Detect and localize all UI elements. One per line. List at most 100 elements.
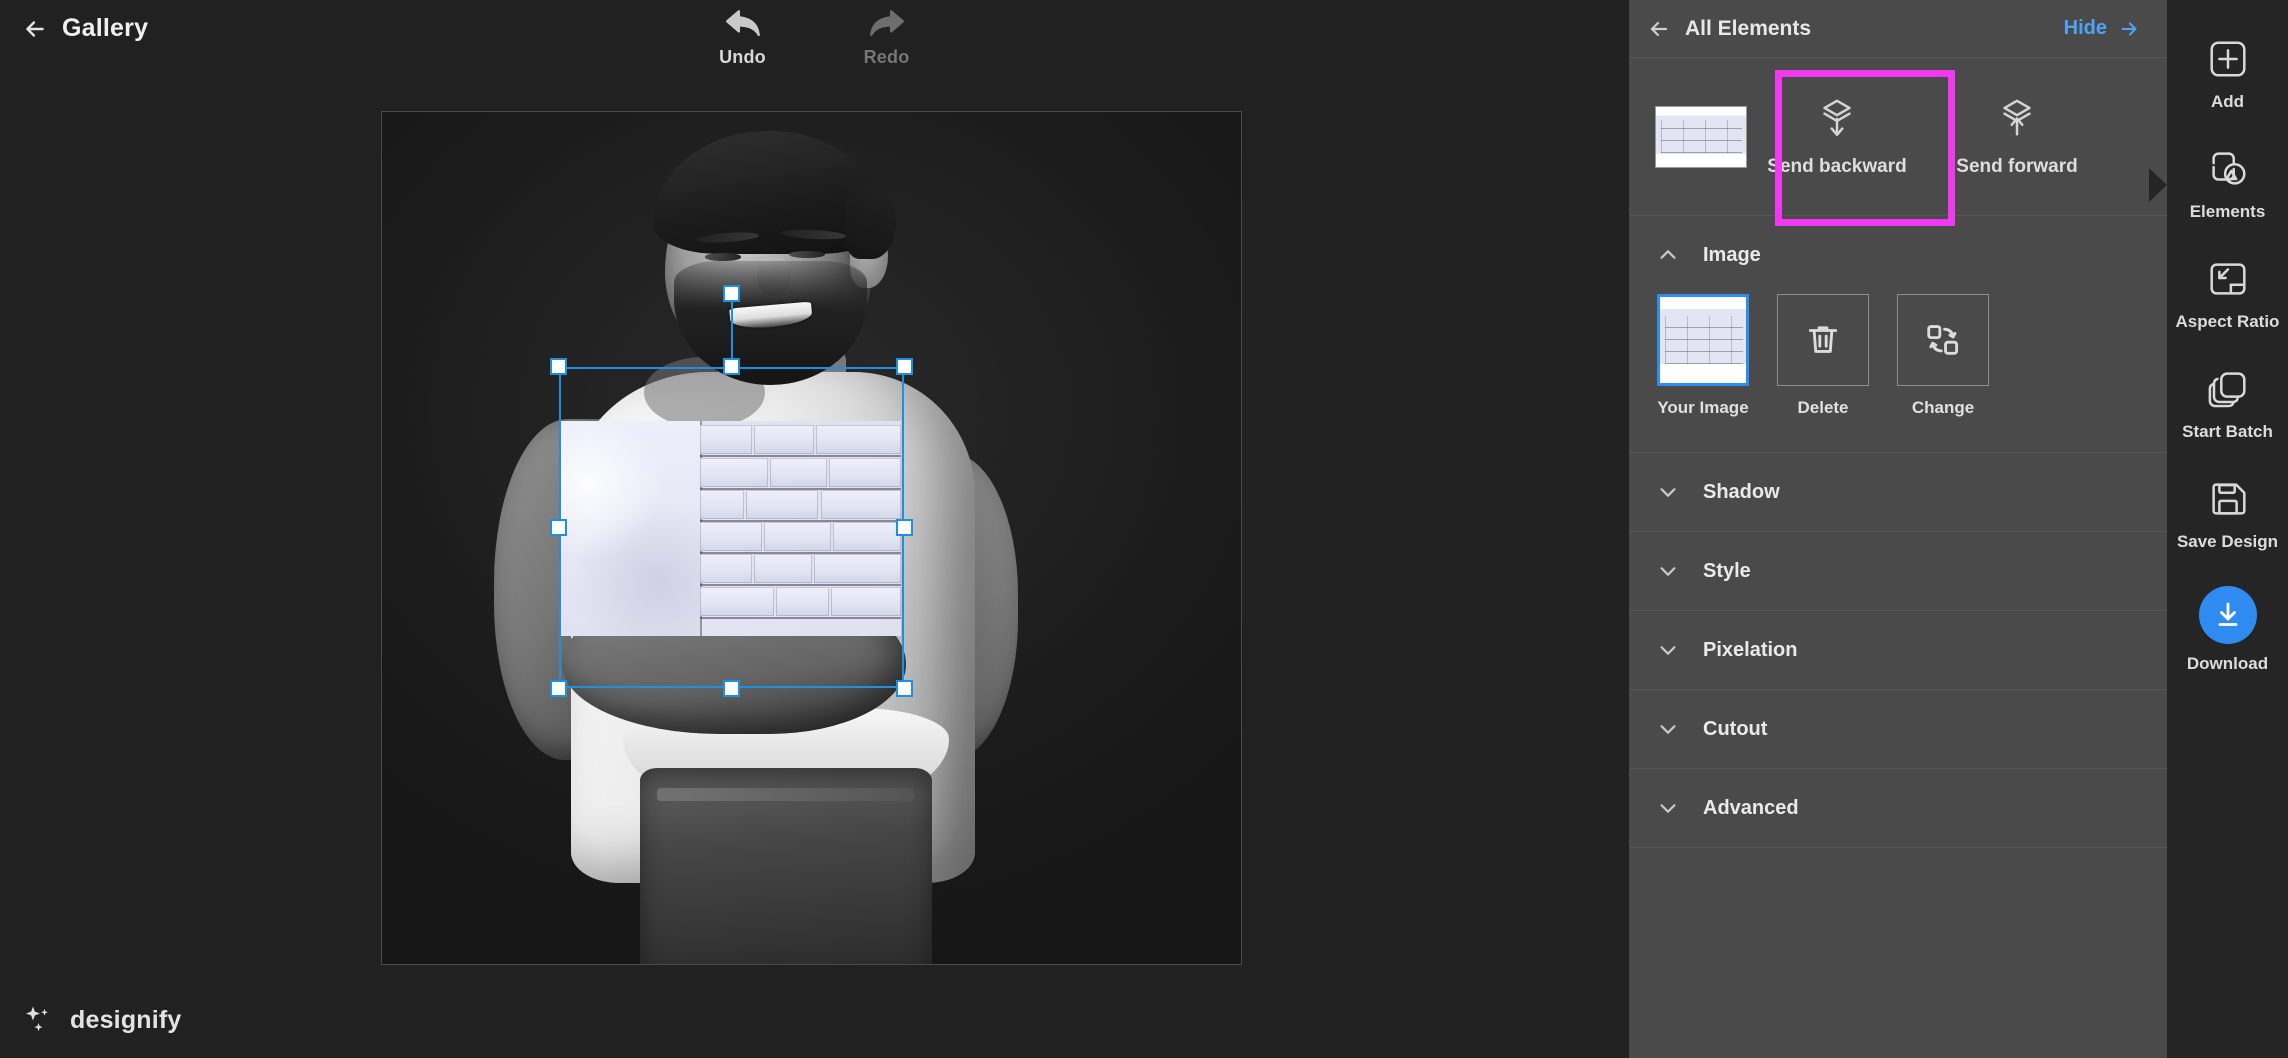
toolbar-item-elements[interactable]: Elements <box>2149 146 2288 222</box>
arrow-right-icon <box>2117 18 2141 40</box>
app-root: Gallery Undo Redo designify All Elements… <box>0 0 2288 1058</box>
toolbar-elements-label: Elements <box>2189 202 2266 221</box>
delete-button[interactable] <box>1777 294 1869 386</box>
toolbar-item-save-design[interactable]: Save Design <box>2167 476 2288 552</box>
panel-empty-space <box>1629 848 2167 1058</box>
resize-handle-nw[interactable] <box>550 358 567 375</box>
eye-left <box>704 253 742 261</box>
section-shadow-title: Shadow <box>1703 480 1780 503</box>
designify-wordmark: designify <box>70 1005 182 1034</box>
section-advanced-title: Advanced <box>1703 796 1799 819</box>
section-cutout-header[interactable]: Cutout <box>1629 690 2167 768</box>
section-advanced-header[interactable]: Advanced <box>1629 769 2167 847</box>
toolbar-add-label: Add <box>2210 92 2245 111</box>
hide-panel-label: Hide <box>2063 17 2107 39</box>
change-label: Change <box>1911 398 1975 417</box>
chevron-down-icon <box>1657 718 1679 740</box>
selection-outline <box>559 367 904 688</box>
section-image-body: Your Image Delete Change <box>1629 294 2167 452</box>
resize-handle-n[interactable] <box>722 358 740 375</box>
section-image: Image Your Image Delete Change <box>1629 216 2167 453</box>
aspect-ratio-icon <box>2205 256 2251 302</box>
section-pixelation-title: Pixelation <box>1703 638 1798 661</box>
change-button[interactable] <box>1897 294 1989 386</box>
back-to-gallery-button[interactable]: Gallery <box>22 14 148 43</box>
panel-back-icon[interactable] <box>1647 17 1671 41</box>
section-cutout: Cutout <box>1629 690 2167 769</box>
swap-shapes-icon <box>1924 321 1962 359</box>
delete-image-tile[interactable]: Delete <box>1777 294 1869 418</box>
change-image-tile[interactable]: Change <box>1897 294 1989 418</box>
toolbar-download-label: Download <box>2186 654 2269 673</box>
top-bar: Gallery Undo Redo <box>0 0 1629 100</box>
panel-title: All Elements <box>1685 16 1812 40</box>
chevron-down-icon <box>1657 560 1679 582</box>
resize-handle-w[interactable] <box>550 518 567 536</box>
editor-area: Gallery Undo Redo designify <box>0 0 1629 1058</box>
back-to-gallery-label: Gallery <box>62 14 149 42</box>
resize-handle-ne[interactable] <box>896 358 913 375</box>
delete-label: Delete <box>1797 398 1849 417</box>
designify-logo: designify <box>22 1004 182 1036</box>
section-shadow-header[interactable]: Shadow <box>1629 453 2167 531</box>
send-backward-button[interactable]: Send backward <box>1747 59 1927 215</box>
download-button[interactable] <box>2198 586 2257 644</box>
section-style-header[interactable]: Style <box>1629 532 2167 610</box>
brick-thumbnail-texture <box>1656 106 1746 167</box>
chevron-up-icon <box>1657 244 1679 266</box>
section-style: Style <box>1629 532 2167 611</box>
send-backward-label: Send backward <box>1767 155 1907 177</box>
resize-handle-sw[interactable] <box>550 680 567 697</box>
resize-handle-se[interactable] <box>896 680 913 697</box>
toolbar-item-download[interactable]: Download <box>2167 586 2288 674</box>
your-image-tile[interactable]: Your Image <box>1657 294 1749 418</box>
floppy-disk-icon <box>2205 476 2251 522</box>
canvas-wrapper <box>381 111 1242 965</box>
undo-label: Undo <box>719 47 766 67</box>
sparkles-icon <box>22 1004 54 1036</box>
shapes-icon <box>2205 146 2251 192</box>
toolbar-item-start-batch[interactable]: Start Batch <box>2167 366 2288 442</box>
send-forward-icon <box>1994 96 2040 142</box>
arrow-left-icon <box>22 16 48 42</box>
selected-element-thumbnail[interactable] <box>1655 105 1747 168</box>
your-image-label: Your Image <box>1657 398 1749 417</box>
chevron-down-icon <box>1657 639 1679 661</box>
chevron-down-icon <box>1657 481 1679 503</box>
chevron-down-icon <box>1657 797 1679 819</box>
stacked-layers-icon <box>2205 366 2251 412</box>
section-advanced: Advanced <box>1629 769 2167 848</box>
toolbar-item-aspect-ratio[interactable]: Aspect Ratio <box>2167 256 2288 332</box>
resize-handle-s[interactable] <box>722 680 740 697</box>
design-canvas[interactable] <box>381 111 1242 965</box>
send-backward-icon <box>1814 96 1860 142</box>
rotation-stem <box>730 294 733 367</box>
jeans <box>639 768 932 964</box>
section-image-header[interactable]: Image <box>1629 216 2167 294</box>
toolbar-aspect-ratio-label: Aspect Ratio <box>2175 312 2280 331</box>
rotate-handle[interactable] <box>722 285 740 302</box>
element-selection-box[interactable] <box>550 285 913 697</box>
undo-redo-group: Undo Redo <box>697 6 933 68</box>
section-shadow: Shadow <box>1629 453 2167 532</box>
redo-arrow-icon <box>866 6 908 40</box>
redo-button[interactable]: Redo <box>841 6 933 68</box>
brick-thumbnail-texture <box>1660 297 1746 383</box>
undo-button[interactable]: Undo <box>697 6 789 68</box>
toolbar-start-batch-label: Start Batch <box>2182 422 2273 441</box>
toolbar-item-add[interactable]: Add <box>2167 36 2288 112</box>
send-forward-label: Send forward <box>1956 155 2078 177</box>
section-pixelation-header[interactable]: Pixelation <box>1629 611 2167 689</box>
plus-square-icon <box>2205 36 2251 82</box>
elements-panel: All Elements Hide Send backward Send for… <box>1629 0 2167 1058</box>
trash-icon <box>1804 321 1842 359</box>
right-toolbar: Add Elements Aspect Ratio Start Batch Sa… <box>2149 0 2288 1058</box>
send-forward-button[interactable]: Send forward <box>1927 59 2107 215</box>
hide-panel-button[interactable]: Hide <box>2064 17 2141 40</box>
your-image-thumbnail[interactable] <box>1657 294 1749 386</box>
section-pixelation: Pixelation <box>1629 611 2167 690</box>
resize-handle-e[interactable] <box>896 518 913 536</box>
toolbar-save-design-label: Save Design <box>2176 532 2279 551</box>
layer-order-row: Send backward Send forward <box>1629 58 2167 226</box>
hair <box>652 130 897 259</box>
